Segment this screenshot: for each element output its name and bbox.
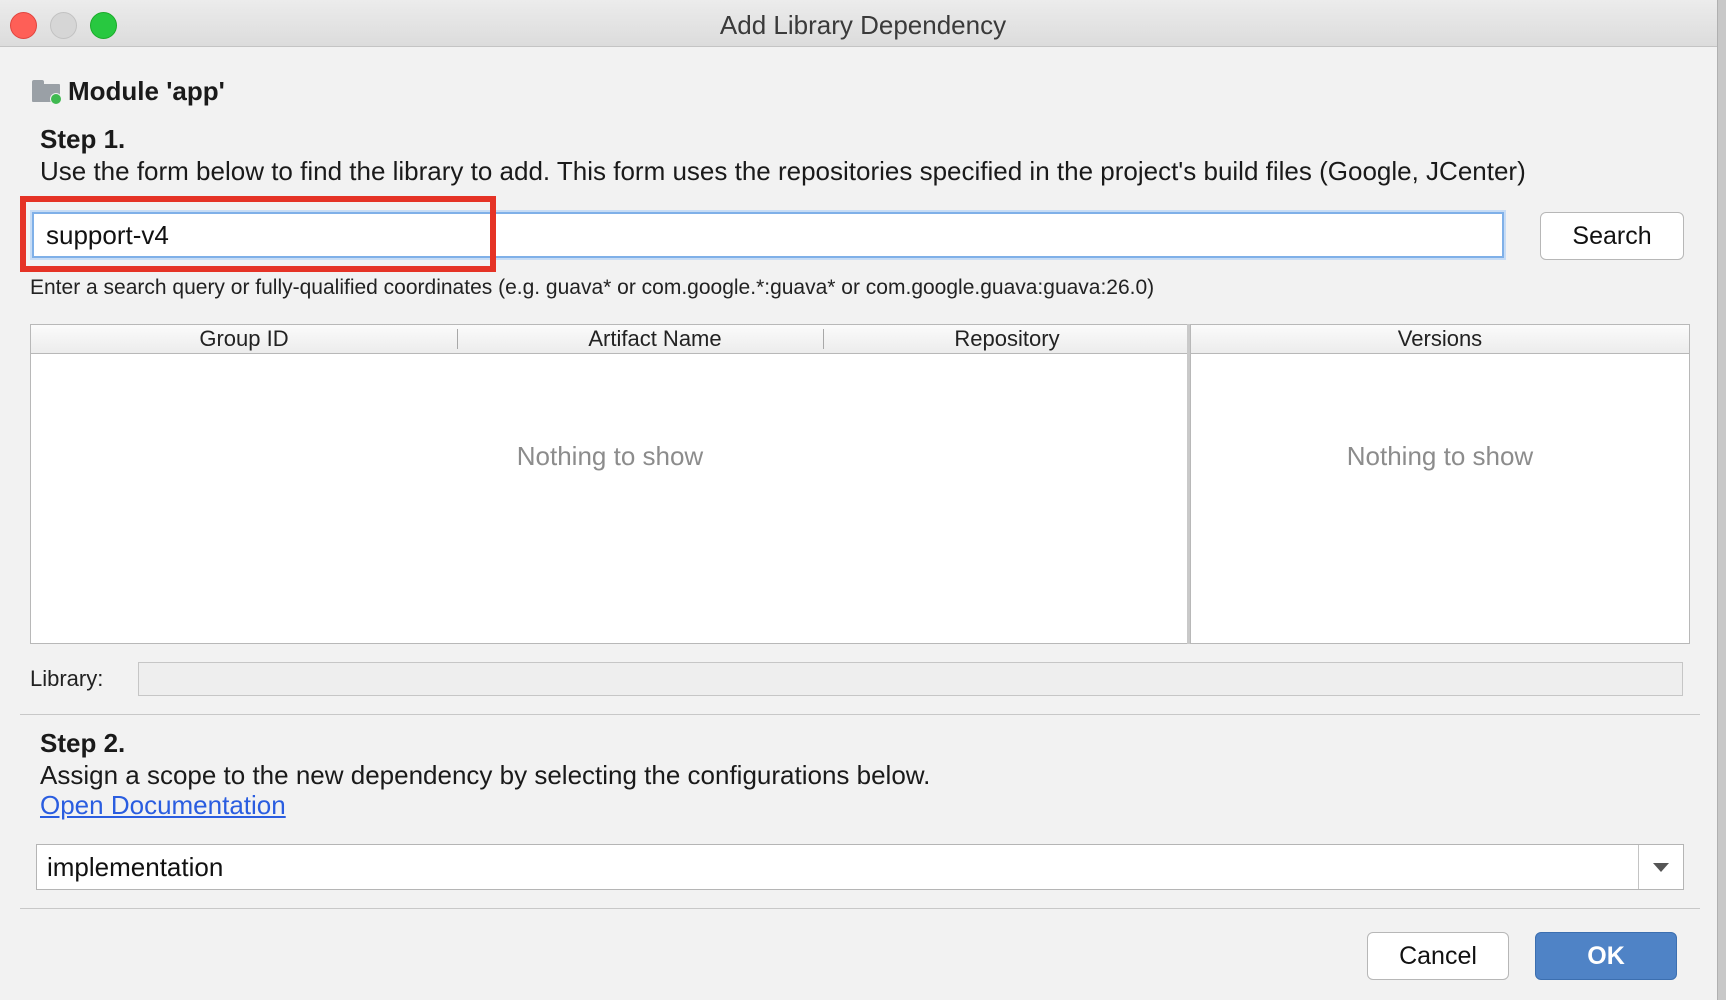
versions-table[interactable]: Versions Nothing to show (1190, 324, 1690, 644)
title-bar: Add Library Dependency (0, 0, 1726, 47)
step2-title: Step 2. (40, 728, 126, 758)
dropdown-arrow-button[interactable] (1638, 845, 1683, 889)
divider (20, 908, 1700, 909)
library-field (138, 662, 1683, 696)
step2-description: Assign a scope to the new dependency by … (40, 760, 931, 790)
configuration-value: implementation (47, 852, 224, 882)
divider (20, 714, 1700, 715)
column-versions[interactable]: Versions (1191, 325, 1689, 353)
results-table[interactable]: Group ID Artifact Name Repository Nothin… (30, 324, 1190, 644)
search-button[interactable]: Search (1540, 212, 1684, 260)
chevron-down-icon (1653, 862, 1669, 872)
step1-description: Use the form below to find the library t… (40, 156, 1526, 186)
module-header: Module 'app' (32, 74, 225, 108)
column-group-id[interactable]: Group ID (31, 325, 457, 353)
window-edge (1717, 0, 1726, 1000)
open-documentation-link[interactable]: Open Documentation (40, 790, 286, 821)
search-input-highlight (20, 196, 496, 272)
search-hint: Enter a search query or fully-qualified … (30, 276, 1155, 299)
versions-table-header: Versions (1191, 325, 1689, 354)
cancel-button[interactable]: Cancel (1367, 932, 1509, 980)
configuration-select[interactable]: implementation (36, 844, 1684, 890)
results-empty-text: Nothing to show (516, 441, 704, 471)
ok-button[interactable]: OK (1535, 932, 1677, 980)
library-label: Library: (30, 666, 104, 691)
module-name: Module 'app' (68, 75, 225, 106)
results-table-header: Group ID Artifact Name Repository (31, 325, 1189, 354)
column-artifact-name[interactable]: Artifact Name (458, 325, 852, 353)
dialog-window: Add Library Dependency Module 'app' Step… (0, 0, 1726, 1000)
column-repository[interactable]: Repository (824, 325, 1190, 353)
module-folder-icon (32, 80, 62, 105)
step1-title: Step 1. (40, 124, 126, 154)
window-title: Add Library Dependency (719, 10, 1007, 40)
versions-empty-text: Nothing to show (1346, 441, 1534, 471)
